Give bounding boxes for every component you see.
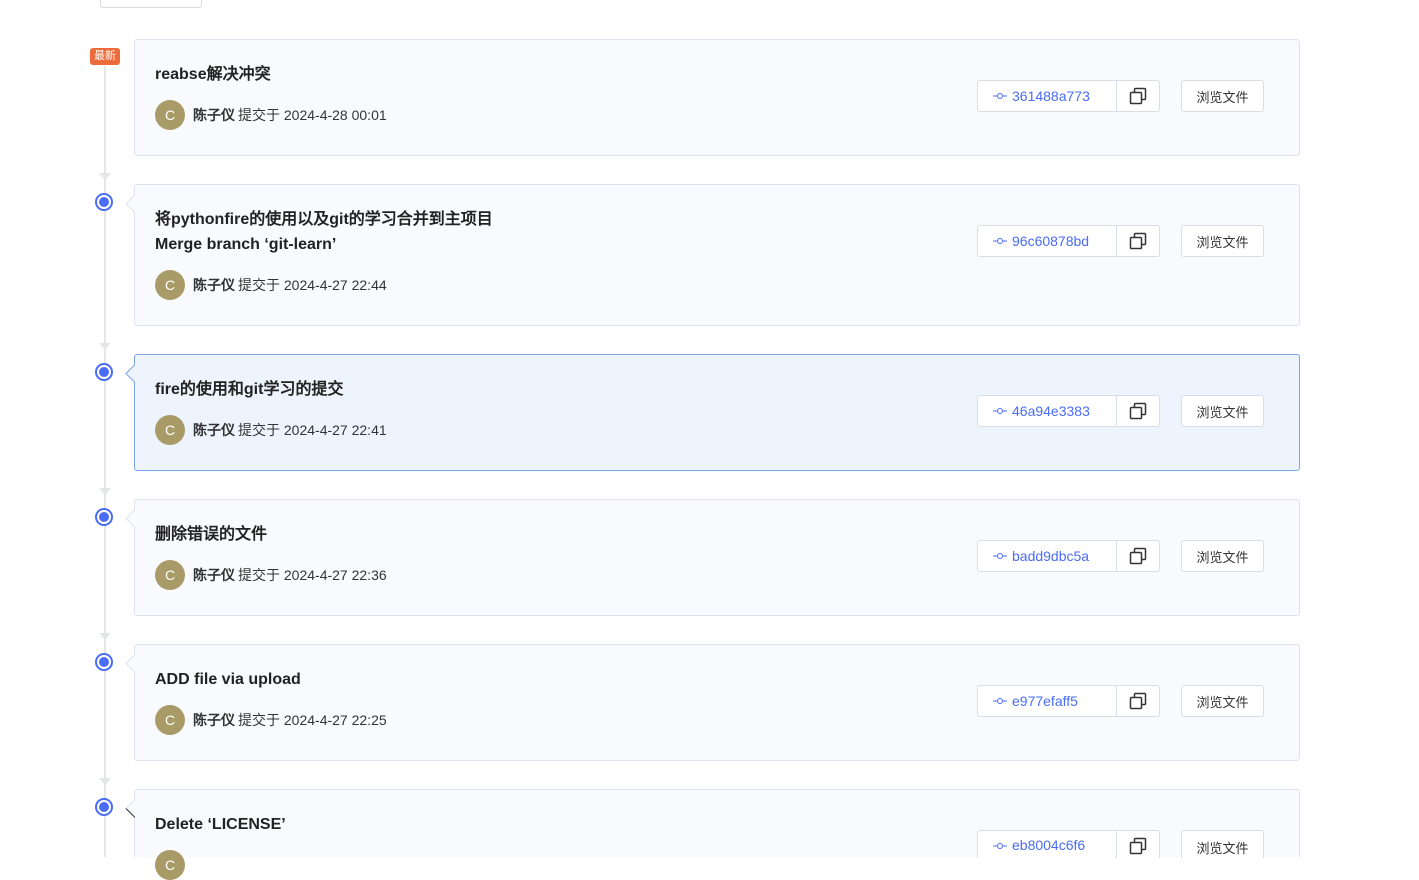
sha-group: badd9dbc5a bbox=[977, 540, 1160, 572]
commit-meta: C 陈子仪 提交于 2024-4-27 22:25 bbox=[155, 705, 387, 735]
commit-card[interactable]: 将pythonfire的使用以及git的学习合并到主项目 Merge branc… bbox=[134, 184, 1300, 326]
avatar[interactable]: C bbox=[155, 850, 185, 880]
timeline-dot-icon bbox=[95, 193, 113, 211]
commit-card[interactable]: fire的使用和git学习的提交 C 陈子仪 提交于 2024-4-27 22:… bbox=[134, 354, 1300, 471]
browse-files-button[interactable]: 浏览文件 bbox=[1181, 395, 1264, 427]
sha-text: 46a94e3383 bbox=[1012, 403, 1090, 419]
commit-message[interactable]: fire的使用和git学习的提交 bbox=[155, 377, 343, 402]
sha-link[interactable]: 46a94e3383 bbox=[978, 396, 1117, 426]
commit-card[interactable]: ADD file via upload C 陈子仪 提交于 2024-4-27 … bbox=[134, 644, 1300, 761]
commit-icon bbox=[993, 843, 1007, 849]
timeline-dot-icon bbox=[95, 653, 113, 671]
sha-link[interactable]: e977efaff5 bbox=[978, 686, 1117, 716]
commit-icon bbox=[993, 238, 1007, 244]
copy-icon bbox=[1129, 837, 1147, 855]
commit-meta: C bbox=[155, 850, 193, 880]
copy-button[interactable] bbox=[1117, 686, 1159, 716]
commit-meta: C 陈子仪 提交于 2024-4-27 22:41 bbox=[155, 415, 387, 445]
commit-icon bbox=[993, 93, 1007, 99]
sha-text: 96c60878bd bbox=[1012, 233, 1090, 249]
commit-time: 提交于 2024-4-27 22:25 bbox=[238, 712, 387, 728]
commit-icon bbox=[993, 408, 1007, 414]
commit-meta: C 陈子仪 提交于 2024-4-28 00:01 bbox=[155, 100, 387, 130]
timeline-arrow bbox=[99, 778, 111, 785]
author-name[interactable]: 陈子仪 bbox=[193, 420, 235, 440]
commit-message[interactable]: 将pythonfire的使用以及git的学习合并到主项目 Merge branc… bbox=[155, 207, 493, 257]
commit-message[interactable]: reabse解决冲突 bbox=[155, 62, 271, 87]
latest-badge: 最新 bbox=[90, 48, 120, 65]
sha-text: 361488a773 bbox=[1012, 88, 1090, 104]
commit-icon bbox=[993, 553, 1007, 559]
copy-button[interactable] bbox=[1117, 396, 1159, 426]
sha-group: e977efaff5 bbox=[977, 685, 1160, 717]
avatar[interactable]: C bbox=[155, 560, 185, 590]
sha-group: 361488a773 bbox=[977, 80, 1160, 112]
commit-message[interactable]: Delete ‘LICENSE’ bbox=[155, 812, 286, 837]
commit-card[interactable]: 删除错误的文件 C 陈子仪 提交于 2024-4-27 22:36 badd9d… bbox=[134, 499, 1300, 616]
commit-card[interactable]: Delete ‘LICENSE’ C eb8004c6f6 浏览文件 bbox=[134, 789, 1300, 880]
sha-link[interactable]: badd9dbc5a bbox=[978, 541, 1117, 571]
timeline-dot-icon bbox=[95, 508, 113, 526]
timeline-arrow bbox=[99, 173, 111, 180]
author-name[interactable]: 陈子仪 bbox=[193, 275, 235, 295]
copy-icon bbox=[1129, 692, 1147, 710]
copy-icon bbox=[1129, 87, 1147, 105]
browse-files-button[interactable]: 浏览文件 bbox=[1181, 540, 1264, 572]
commit-card[interactable]: reabse解决冲突 C 陈子仪 提交于 2024-4-28 00:01 361… bbox=[134, 39, 1300, 156]
timeline-line bbox=[104, 66, 106, 857]
avatar[interactable]: C bbox=[155, 270, 185, 300]
commit-time: 提交于 2024-4-27 22:36 bbox=[238, 567, 387, 583]
author-name[interactable]: 陈子仪 bbox=[193, 565, 235, 585]
avatar[interactable]: C bbox=[155, 415, 185, 445]
copy-icon bbox=[1129, 547, 1147, 565]
sha-link[interactable]: 96c60878bd bbox=[978, 226, 1117, 256]
copy-button[interactable] bbox=[1117, 226, 1159, 256]
avatar[interactable]: C bbox=[155, 100, 185, 130]
copy-icon bbox=[1129, 232, 1147, 250]
copy-button[interactable] bbox=[1117, 81, 1159, 111]
browse-files-button[interactable]: 浏览文件 bbox=[1181, 830, 1264, 858]
commit-time: 提交于 2024-4-27 22:44 bbox=[238, 277, 387, 293]
sha-group: 46a94e3383 bbox=[977, 395, 1160, 427]
branch-select-partial[interactable] bbox=[100, 0, 202, 8]
sha-text: eb8004c6f6 bbox=[1012, 837, 1086, 853]
browse-files-button[interactable]: 浏览文件 bbox=[1181, 685, 1264, 717]
browse-files-button[interactable]: 浏览文件 bbox=[1181, 80, 1264, 112]
sha-group: eb8004c6f6 bbox=[977, 830, 1160, 858]
copy-icon bbox=[1129, 402, 1147, 420]
commit-meta: C 陈子仪 提交于 2024-4-27 22:44 bbox=[155, 270, 387, 300]
author-name[interactable]: 陈子仪 bbox=[193, 105, 235, 125]
sha-text: badd9dbc5a bbox=[1012, 548, 1090, 564]
timeline-arrow bbox=[99, 488, 111, 495]
sha-group: 96c60878bd bbox=[977, 225, 1160, 257]
commit-time: 提交于 2024-4-27 22:41 bbox=[238, 422, 387, 438]
sha-link[interactable]: 361488a773 bbox=[978, 81, 1117, 111]
commit-meta: C 陈子仪 提交于 2024-4-27 22:36 bbox=[155, 560, 387, 590]
author-name[interactable]: 陈子仪 bbox=[193, 710, 235, 730]
sha-link[interactable]: eb8004c6f6 bbox=[978, 831, 1117, 858]
timeline-dot-icon bbox=[95, 798, 113, 816]
commit-icon bbox=[993, 698, 1007, 704]
commit-message[interactable]: 删除错误的文件 bbox=[155, 522, 267, 547]
timeline-arrow bbox=[99, 343, 111, 350]
sha-text: e977efaff5 bbox=[1012, 693, 1078, 709]
timeline-arrow bbox=[99, 633, 111, 640]
copy-button[interactable] bbox=[1117, 831, 1159, 858]
browse-files-button[interactable]: 浏览文件 bbox=[1181, 225, 1264, 257]
commit-message[interactable]: ADD file via upload bbox=[155, 667, 301, 692]
commit-time: 提交于 2024-4-28 00:01 bbox=[238, 107, 387, 123]
copy-button[interactable] bbox=[1117, 541, 1159, 571]
avatar[interactable]: C bbox=[155, 705, 185, 735]
timeline-dot-icon bbox=[95, 363, 113, 381]
